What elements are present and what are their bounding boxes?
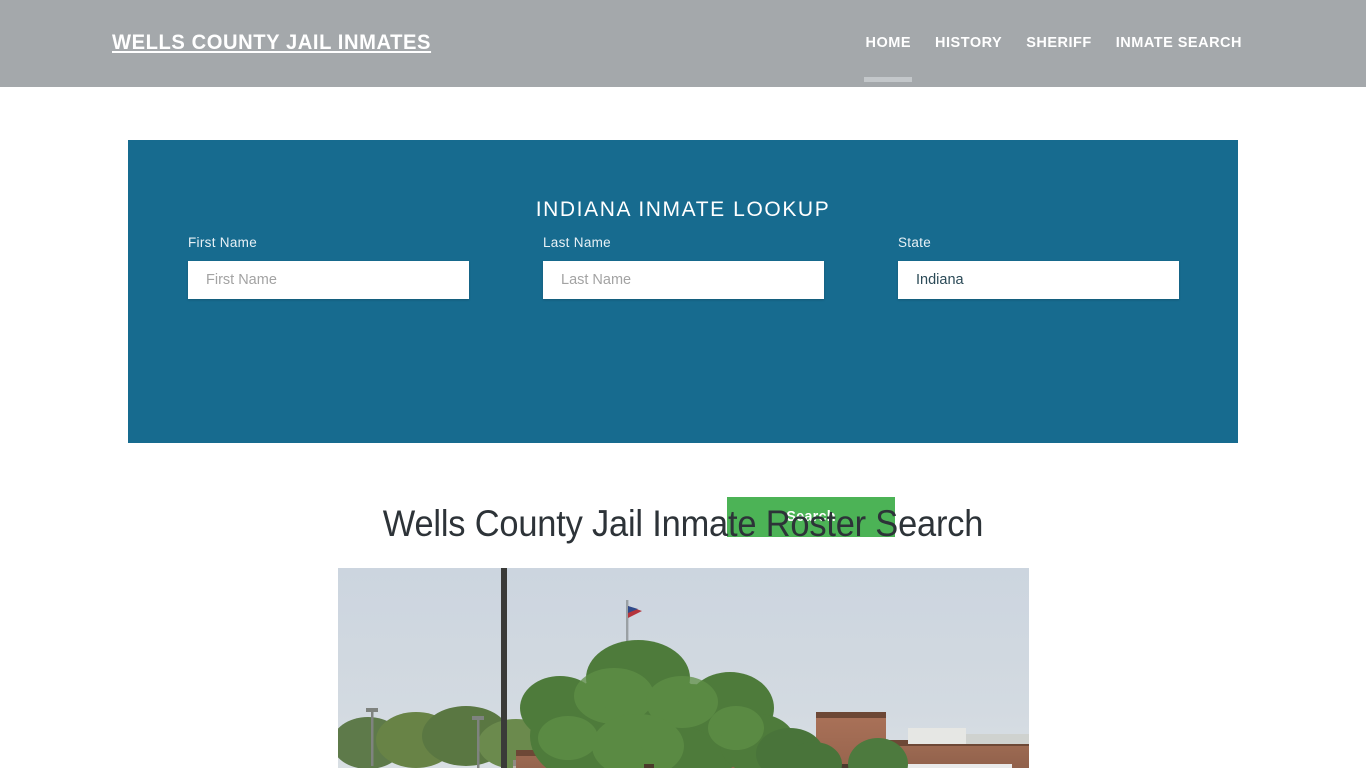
lookup-panel-title: Indiana Inmate Lookup xyxy=(535,198,831,222)
first-name-field-group: First Name xyxy=(188,235,469,299)
nav-active-indicator xyxy=(864,77,913,82)
last-name-field-group: Last Name xyxy=(543,235,824,299)
last-name-label: Last Name xyxy=(543,235,611,250)
nav-item-inmate-search[interactable]: Inmate Search xyxy=(1104,33,1254,53)
nav-item-history[interactable]: History xyxy=(923,33,1014,53)
nav-item-home[interactable]: Home xyxy=(854,33,924,82)
site-header: Wells County Jail Inmates Home History S… xyxy=(0,0,1366,87)
nav-item-inmate-search-label: Inmate Search xyxy=(1115,35,1242,51)
jail-building-photo: WELLS COUNTY JAIL xyxy=(338,568,1029,768)
nav-item-sheriff-label: Sheriff xyxy=(1026,35,1092,51)
site-brand-logo[interactable]: Wells County Jail Inmates xyxy=(112,31,431,55)
nav-item-history-label: History xyxy=(935,35,1003,51)
nav-item-sheriff[interactable]: Sheriff xyxy=(1014,33,1104,53)
first-name-label: First Name xyxy=(188,235,258,250)
first-name-input[interactable] xyxy=(188,261,469,299)
state-field-group: State xyxy=(898,235,1179,299)
lookup-fields-row: First Name Last Name State xyxy=(128,235,1238,299)
state-label: State xyxy=(898,235,932,250)
inmate-lookup-panel: Indiana Inmate Lookup First Name Last Na… xyxy=(128,140,1238,537)
jail-photo-illustration: WELLS COUNTY JAIL xyxy=(338,568,1029,768)
page-title: Wells County Jail Inmate Roster Search xyxy=(382,503,984,544)
state-input[interactable] xyxy=(898,261,1179,299)
main-navigation: Home History Sheriff Inmate Search xyxy=(854,33,1254,82)
last-name-input[interactable] xyxy=(543,261,824,299)
nav-item-home-label: Home xyxy=(865,35,912,51)
